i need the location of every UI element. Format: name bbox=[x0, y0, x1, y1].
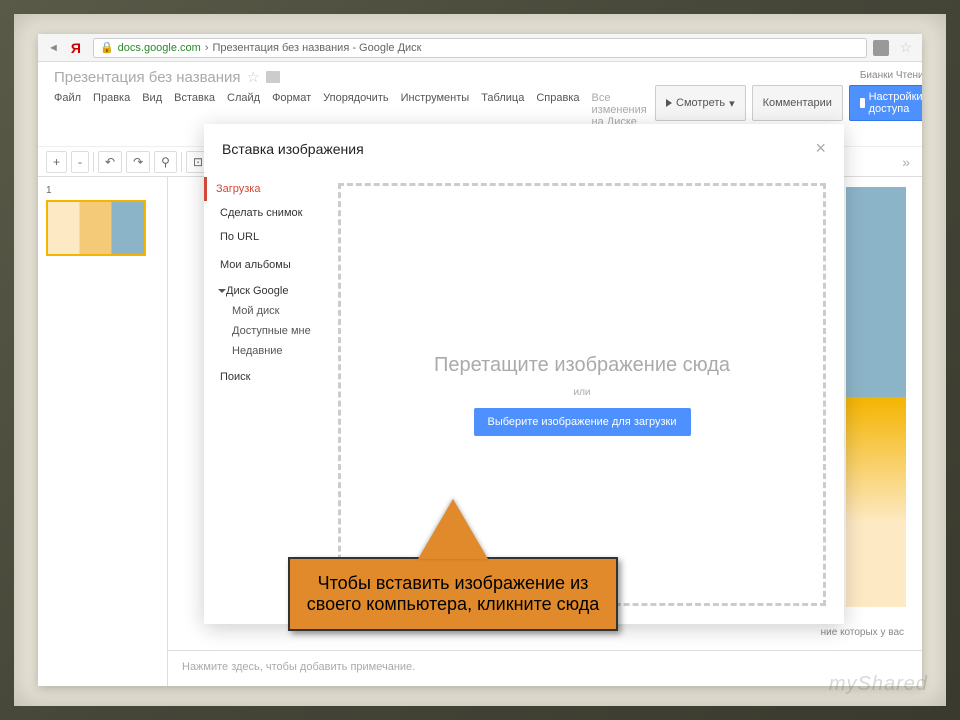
dropzone-or: или bbox=[573, 387, 590, 398]
sidebar-item-by-url[interactable]: По URL bbox=[216, 225, 334, 249]
slide-canvas-fragment bbox=[846, 187, 906, 607]
sidebar-item-recent[interactable]: Недавние bbox=[216, 341, 334, 361]
dialog-title: Вставка изображения bbox=[222, 141, 364, 157]
browser-address-bar: ◄ Я 🔒 docs.google.com › Презентация без … bbox=[38, 34, 922, 62]
user-menu[interactable]: Бианки Чтения ▾ bbox=[860, 70, 922, 81]
star-icon[interactable]: ☆ bbox=[247, 68, 260, 86]
folder-icon[interactable] bbox=[266, 71, 280, 83]
back-icon[interactable]: ◄ bbox=[44, 42, 63, 54]
secure-icon: 🔒 bbox=[100, 41, 114, 54]
remove-button[interactable]: - bbox=[71, 151, 89, 173]
share-button[interactable]: Настройки доступа bbox=[849, 85, 922, 121]
comments-button[interactable]: Комментарии bbox=[752, 85, 843, 121]
url-input[interactable]: 🔒 docs.google.com › Презентация без назв… bbox=[93, 38, 867, 58]
watermark: myShared bbox=[829, 673, 928, 696]
speaker-notes[interactable]: Нажмите здесь, чтобы добавить примечание… bbox=[168, 650, 922, 686]
present-button[interactable]: Смотреть▾ bbox=[655, 85, 746, 121]
sidebar-item-search[interactable]: Поиск bbox=[216, 361, 334, 387]
presentation-frame: ◄ Я 🔒 docs.google.com › Презентация без … bbox=[0, 0, 960, 720]
instruction-callout: Чтобы вставить изображение из своего ком… bbox=[288, 499, 618, 631]
undo-button[interactable]: ↶ bbox=[98, 151, 122, 173]
bookmark-star-icon[interactable]: ☆ bbox=[895, 39, 916, 56]
url-title: Презентация без названия - Google Диск bbox=[213, 42, 422, 54]
header-actions: Бианки Чтения ▾ Смотреть▾ Комментарии На… bbox=[655, 66, 922, 121]
menu-view[interactable]: Вид bbox=[142, 92, 162, 140]
sidebar-item-albums[interactable]: Мои альбомы bbox=[216, 249, 334, 275]
chevron-down-icon bbox=[218, 289, 226, 293]
slide-thumbnail[interactable] bbox=[46, 200, 146, 256]
sidebar-item-upload[interactable]: Загрузка bbox=[204, 177, 334, 201]
dialog-header: Вставка изображения × bbox=[204, 124, 844, 173]
choose-image-button[interactable]: Выберите изображение для загрузки bbox=[474, 408, 691, 436]
lock-icon bbox=[860, 98, 865, 108]
paper-background: ◄ Я 🔒 docs.google.com › Презентация без … bbox=[14, 14, 946, 706]
separator bbox=[93, 152, 94, 172]
play-icon bbox=[666, 99, 672, 107]
new-slide-button[interactable]: + bbox=[46, 151, 67, 173]
menu-edit[interactable]: Правка bbox=[93, 92, 130, 140]
callout-text: Чтобы вставить изображение из своего ком… bbox=[288, 557, 618, 631]
sidebar-item-shared[interactable]: Доступные мне bbox=[216, 321, 334, 341]
separator bbox=[181, 152, 182, 172]
slide-number: 1 bbox=[46, 185, 159, 200]
sidebar-item-snapshot[interactable]: Сделать снимок bbox=[216, 201, 334, 225]
extension-icon[interactable] bbox=[873, 40, 889, 56]
collapse-toolbar-icon[interactable]: » bbox=[898, 154, 914, 170]
dropzone-text: Перетащите изображение сюда bbox=[434, 354, 730, 377]
url-host: docs.google.com bbox=[118, 42, 201, 54]
callout-arrow-icon bbox=[418, 499, 488, 559]
paint-format-button[interactable]: ⚲ bbox=[154, 151, 177, 173]
document-title[interactable]: Презентация без названия bbox=[54, 69, 241, 86]
redo-button[interactable]: ↷ bbox=[126, 151, 150, 173]
sidebar-item-my-drive[interactable]: Мой диск bbox=[216, 301, 334, 321]
partial-text: ние которых у вас bbox=[821, 627, 904, 638]
url-separator: › bbox=[205, 42, 209, 54]
menu-file[interactable]: Файл bbox=[54, 92, 81, 140]
slide-panel: 1 bbox=[38, 177, 168, 686]
close-icon[interactable]: × bbox=[815, 138, 826, 159]
yandex-logo[interactable]: Я bbox=[69, 40, 87, 56]
sidebar-item-drive[interactable]: Диск Google bbox=[216, 275, 334, 301]
